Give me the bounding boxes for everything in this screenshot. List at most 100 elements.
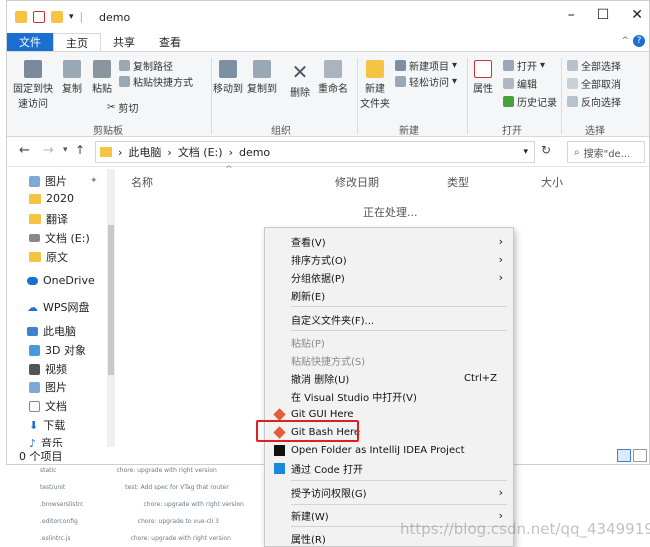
up-arrow-icon[interactable]: ↑ bbox=[75, 143, 85, 157]
nav-item-original[interactable]: 原文 bbox=[29, 249, 68, 265]
open-button[interactable]: 打开 ▾ bbox=[503, 58, 545, 73]
nav-item-videos[interactable]: 视频 bbox=[29, 361, 67, 377]
menu-item-refresh[interactable]: 刷新(E) bbox=[265, 286, 513, 304]
scrollbar-thumb[interactable] bbox=[108, 225, 114, 375]
recent-locations-icon[interactable]: ▾ bbox=[63, 145, 68, 155]
annotation-highlight-box bbox=[256, 420, 359, 442]
paste-button[interactable]: 粘贴 bbox=[89, 60, 115, 95]
back-arrow-icon[interactable]: ← bbox=[19, 143, 30, 158]
shortcut-label: Ctrl+Z bbox=[463, 372, 497, 384]
easy-access-button[interactable]: 轻松访问 ▾ bbox=[395, 74, 457, 89]
nav-item-onedrive[interactable]: OneDrive bbox=[27, 274, 95, 287]
menu-item-paste[interactable]: 粘贴(P) bbox=[265, 333, 513, 351]
chevron-down-icon[interactable]: ▾ bbox=[523, 147, 528, 157]
new-folder-icon[interactable] bbox=[51, 10, 63, 23]
invert-selection-button[interactable]: 反向选择 bbox=[567, 94, 621, 109]
breadcrumb-docs-drive[interactable]: 文档 (E:) bbox=[178, 144, 223, 160]
search-input[interactable]: ⌕ 搜索"de... bbox=[567, 141, 645, 163]
vscode-icon bbox=[274, 462, 285, 474]
collapse-ribbon-icon[interactable]: ^ bbox=[621, 36, 629, 46]
menu-item-paste-shortcut[interactable]: 粘贴快捷方式(S) bbox=[265, 351, 513, 369]
column-header-name[interactable]: 名称 bbox=[131, 174, 153, 190]
breadcrumb-demo[interactable]: demo bbox=[239, 146, 270, 159]
forward-arrow-icon[interactable]: → bbox=[43, 143, 54, 158]
folder-icon bbox=[15, 10, 27, 23]
bg-row-name: test/unit bbox=[40, 484, 66, 491]
nav-item-downloads[interactable]: ⬇ 下载 bbox=[29, 417, 65, 433]
delete-icon: ✕ bbox=[291, 60, 309, 84]
column-header-type[interactable]: 类型 bbox=[447, 174, 469, 190]
pin-quick-access-button[interactable]: 固定到快 速访问 bbox=[13, 60, 53, 110]
menu-item-grant-access[interactable]: 授予访问权限(G) › bbox=[265, 483, 513, 501]
cut-button[interactable]: ✂ 剪切 bbox=[107, 100, 138, 115]
menu-item-customize-folder[interactable]: 自定义文件夹(F)... bbox=[265, 310, 513, 328]
nav-scrollbar[interactable] bbox=[107, 169, 115, 447]
properties-button[interactable]: 属性 bbox=[469, 60, 497, 95]
menu-item-group[interactable]: 分组依据(P) › bbox=[265, 268, 513, 286]
column-header-modified[interactable]: 修改日期 bbox=[335, 174, 379, 190]
nav-item-this-pc[interactable]: 此电脑 bbox=[27, 323, 76, 339]
help-icon[interactable]: ? bbox=[633, 35, 645, 47]
menu-item-open-visual-studio[interactable]: 在 Visual Studio 中打开(V) bbox=[265, 387, 513, 405]
maximize-button[interactable]: ☐ bbox=[597, 7, 610, 23]
nav-item-2020[interactable]: 2020 bbox=[29, 192, 74, 205]
delete-button[interactable]: ✕ 删除 bbox=[287, 60, 313, 99]
chevron-down-icon: ▾ bbox=[452, 60, 458, 71]
bg-row-name: static bbox=[40, 467, 57, 474]
nav-item-translate[interactable]: 翻译 bbox=[29, 211, 68, 227]
nav-item-pictures[interactable]: 图片 bbox=[29, 379, 67, 395]
copy-button[interactable]: 复制 bbox=[59, 60, 85, 95]
divider bbox=[211, 58, 212, 134]
breadcrumb-this-pc[interactable]: 此电脑 bbox=[128, 144, 161, 160]
nav-item-docs-drive[interactable]: 文档 (E:) bbox=[29, 230, 90, 246]
new-item-icon bbox=[395, 60, 406, 71]
new-item-button[interactable]: 新建项目 ▾ bbox=[395, 58, 457, 73]
address-box[interactable]: › 此电脑 › 文档 (E:) › demo ▾ bbox=[95, 141, 535, 163]
nav-item-music[interactable]: ♪ 音乐 bbox=[29, 435, 63, 448]
copy-label: 复制 bbox=[62, 84, 82, 95]
nav-item-3d-objects[interactable]: 3D 对象 bbox=[29, 342, 86, 358]
nav-label: 图片 bbox=[45, 381, 67, 394]
download-icon: ⬇ bbox=[29, 418, 39, 432]
navigation-pane: 图片 ✦ 2020 翻译 文档 (E:) 原文 OneDrive ☁ WPS网盘 此… bbox=[7, 167, 115, 447]
folder-icon bbox=[29, 193, 41, 204]
column-header-size[interactable]: 大小 bbox=[541, 174, 563, 190]
copy-to-button[interactable]: 复制到 bbox=[247, 60, 277, 95]
rename-button[interactable]: 重命名 bbox=[317, 60, 349, 95]
chevron-right-icon: › bbox=[228, 145, 233, 159]
tab-view[interactable]: 查看 bbox=[147, 33, 193, 51]
properties-icon[interactable] bbox=[33, 10, 45, 23]
menu-item-undo-delete[interactable]: 撤消 删除(U) Ctrl+Z bbox=[265, 369, 513, 387]
select-none-icon bbox=[567, 78, 578, 89]
tab-home[interactable]: 主页 bbox=[53, 33, 101, 51]
tab-share[interactable]: 共享 bbox=[101, 33, 147, 51]
customize-toolbar-icon[interactable]: ▾ bbox=[69, 12, 74, 22]
nav-item-wps-drive[interactable]: ☁ WPS网盘 bbox=[27, 299, 90, 315]
cut-label: 剪切 bbox=[118, 104, 139, 115]
menu-item-sort[interactable]: 排序方式(O) › bbox=[265, 250, 513, 268]
paste-shortcut-button[interactable]: 粘贴快捷方式 bbox=[119, 74, 193, 89]
nav-label: 下载 bbox=[43, 419, 66, 432]
nav-item-pictures-pinned[interactable]: 图片 ✦ bbox=[29, 173, 98, 189]
select-all-button[interactable]: 全部选择 bbox=[567, 58, 621, 73]
copy-path-button[interactable]: 复制路径 bbox=[119, 58, 173, 73]
refresh-icon[interactable]: ↻ bbox=[541, 143, 551, 157]
menu-item-open-with-code[interactable]: 通过 Code 打开 bbox=[265, 459, 513, 477]
large-icons-view-icon[interactable] bbox=[633, 449, 647, 462]
new-folder-button[interactable]: 新建 文件夹 bbox=[359, 60, 391, 110]
cloud-outline-icon: ☁ bbox=[27, 300, 38, 314]
close-button[interactable]: ✕ bbox=[631, 7, 643, 23]
menu-item-open-intellij[interactable]: Open Folder as IntelliJ IDEA Project bbox=[265, 441, 513, 459]
history-button[interactable]: 历史记录 bbox=[503, 94, 557, 109]
menu-label: 刷新(E) bbox=[291, 291, 326, 303]
nav-item-documents[interactable]: 文档 bbox=[29, 398, 67, 414]
menu-item-view[interactable]: 查看(V) › bbox=[265, 232, 513, 250]
move-to-button[interactable]: 移动到 bbox=[213, 60, 243, 95]
tab-file[interactable]: 文件 bbox=[7, 33, 53, 51]
divider bbox=[291, 504, 507, 505]
edit-button[interactable]: 编辑 bbox=[503, 76, 537, 91]
minimize-button[interactable]: – bbox=[568, 7, 575, 23]
select-none-button[interactable]: 全部取消 bbox=[567, 76, 621, 91]
menu-label: 属性(R) bbox=[291, 534, 326, 546]
details-view-icon[interactable] bbox=[617, 449, 631, 462]
